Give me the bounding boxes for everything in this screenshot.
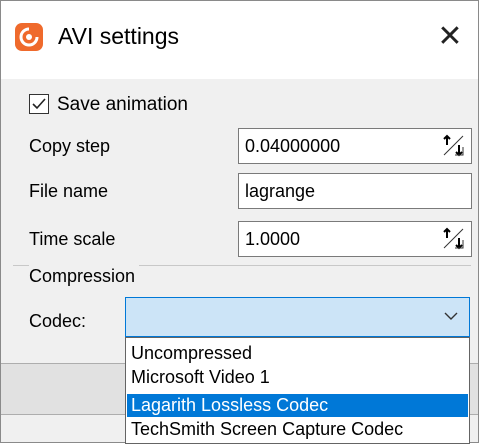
save-animation-checkbox[interactable]: [29, 94, 49, 114]
obscured-button-edge: [1, 363, 125, 415]
codec-option[interactable]: Uncompressed: [127, 342, 468, 365]
codec-option[interactable]: Microsoft Video 1: [127, 366, 468, 389]
copy-step-spin-icon[interactable]: [441, 133, 467, 159]
time-scale-value: 1.0000: [245, 229, 301, 249]
chevron-down-icon: [444, 312, 458, 320]
close-button[interactable]: ✕: [429, 17, 471, 57]
file-name-value: lagrange: [245, 181, 316, 201]
obscured-button-edge-right: [470, 363, 478, 415]
copy-step-field[interactable]: 0.04000000: [238, 128, 472, 164]
file-name-label: File name: [29, 181, 109, 201]
time-scale-field[interactable]: 1.0000: [238, 221, 472, 257]
checkmark-icon: [32, 98, 46, 110]
time-scale-spin-icon[interactable]: [441, 226, 467, 252]
codec-label: Codec:: [29, 311, 87, 331]
time-scale-label: Time scale: [29, 229, 116, 249]
copy-step-value: 0.04000000: [245, 136, 341, 156]
window-title: AVI settings: [58, 23, 180, 49]
compression-group-title: Compression: [29, 263, 140, 289]
codec-combobox[interactable]: [125, 297, 470, 337]
title-bar: AVI settings ✕: [1, 1, 478, 79]
file-name-field[interactable]: lagrange: [238, 173, 472, 209]
app-logo-icon: [15, 23, 43, 51]
codec-option-selected[interactable]: Lagarith Lossless Codec: [127, 394, 468, 417]
copy-step-label: Copy step: [29, 136, 111, 156]
codec-dropdown-list: Uncompressed Microsoft Video 1 Lagarith …: [125, 337, 470, 444]
codec-option[interactable]: TechSmith Screen Capture Codec: [127, 418, 468, 441]
save-animation-label: Save animation: [57, 94, 188, 115]
avi-settings-dialog: AVI settings ✕ Save animation Copy step …: [0, 0, 479, 444]
